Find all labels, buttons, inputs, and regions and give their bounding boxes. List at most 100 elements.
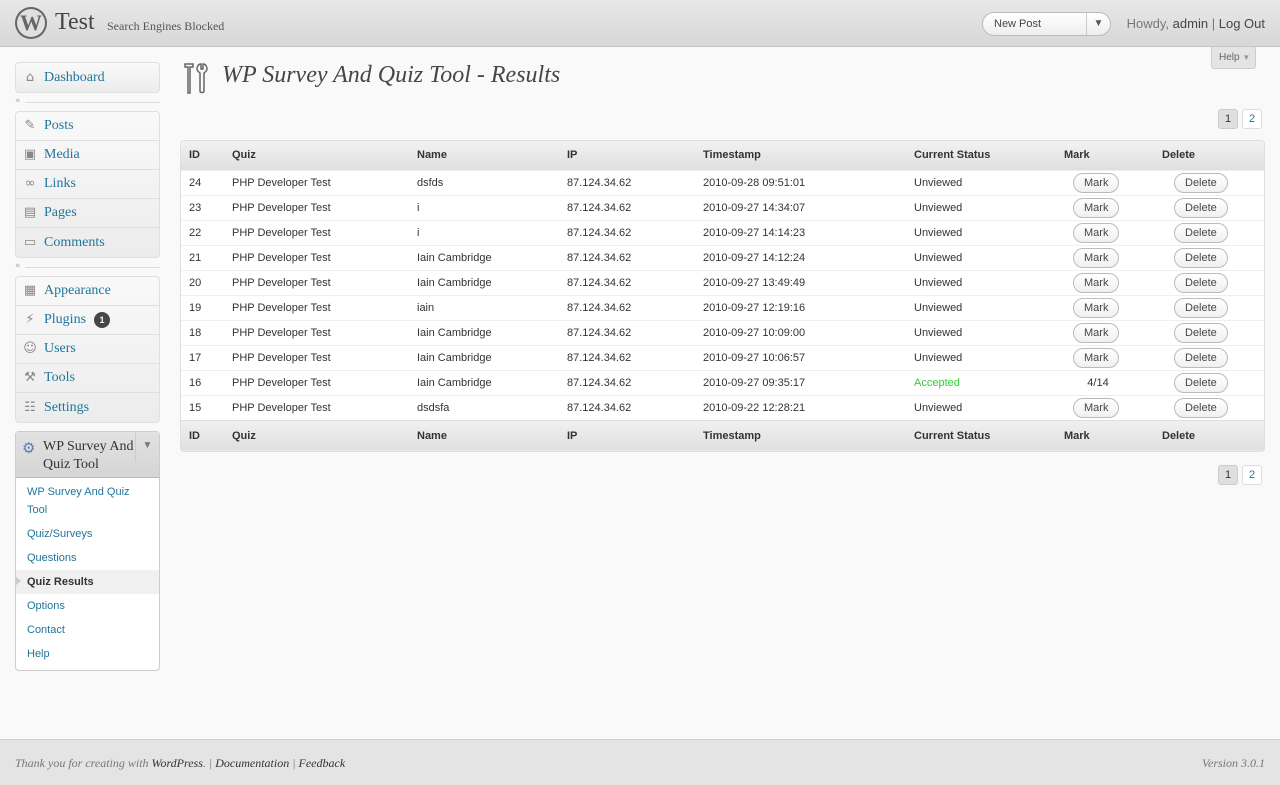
tools-icon xyxy=(184,63,208,94)
howdy-text: Howdy, xyxy=(1126,16,1170,31)
menu-media[interactable]: ▣ Media xyxy=(16,141,159,170)
submenu-item-questions[interactable]: Questions xyxy=(16,546,159,570)
column-timestamp: Timestamp xyxy=(695,141,906,170)
mark-button[interactable]: Mark xyxy=(1073,172,1120,193)
menu-users-label[interactable]: Users xyxy=(44,341,76,357)
submenu-item-options-label[interactable]: Options xyxy=(27,600,65,612)
plugin-menu-header[interactable]: ⚙ WP Survey And Quiz Tool ▼ xyxy=(16,432,159,478)
pin-icon: ✎ xyxy=(24,118,36,133)
menu-links[interactable]: ∞ Links xyxy=(16,170,159,199)
cell-name: dsdsfa xyxy=(409,394,559,420)
cell-timestamp: 2010-09-27 13:49:49 xyxy=(695,269,906,295)
cell-mark: Mark xyxy=(1056,344,1154,370)
plugin-menu-title[interactable]: WP Survey And Quiz Tool xyxy=(43,438,135,474)
cell-quiz: PHP Developer Test xyxy=(224,344,409,370)
column-mark: Mark xyxy=(1056,141,1154,170)
page-1-current: 1 xyxy=(1218,109,1238,129)
menu-appearance-label[interactable]: Appearance xyxy=(44,283,111,299)
cell-id: 19 xyxy=(181,294,224,320)
delete-button[interactable]: Delete xyxy=(1174,197,1228,218)
cell-mark: 4/14 xyxy=(1056,369,1154,395)
submenu-item-questions-label[interactable]: Questions xyxy=(27,552,77,564)
feedback-link[interactable]: Feedback xyxy=(299,756,346,770)
menu-plugins-label[interactable]: Plugins xyxy=(44,312,86,328)
collapse-icon[interactable]: « xyxy=(15,261,21,271)
menu-users[interactable]: ☺ Users xyxy=(16,335,159,364)
menu-dashboard-label[interactable]: Dashboard xyxy=(44,70,105,86)
results-table: ID Quiz Name IP Timestamp Current Status… xyxy=(180,140,1265,452)
mark-button[interactable]: Mark xyxy=(1073,272,1120,293)
mark-button[interactable]: Mark xyxy=(1073,222,1120,243)
documentation-link[interactable]: Documentation xyxy=(215,756,289,770)
cell-delete: Delete xyxy=(1154,294,1264,320)
submenu-item-main[interactable]: WP Survey And Quiz Tool xyxy=(16,480,159,522)
submenu-toggle-icon[interactable]: ▼ xyxy=(135,432,159,462)
help-tab[interactable]: Help ▼ xyxy=(1211,47,1256,69)
mark-button[interactable]: Mark xyxy=(1073,197,1120,218)
delete-button[interactable]: Delete xyxy=(1174,347,1228,368)
cell-status: Unviewed xyxy=(906,319,1056,345)
delete-button[interactable]: Delete xyxy=(1174,372,1228,393)
menu-links-label[interactable]: Links xyxy=(44,176,76,192)
column-delete: Delete xyxy=(1154,419,1264,451)
menu-posts[interactable]: ✎ Posts xyxy=(16,112,159,141)
cell-id: 24 xyxy=(181,169,224,195)
menu-posts-label[interactable]: Posts xyxy=(44,118,74,134)
menu-settings[interactable]: ☷ Settings xyxy=(16,393,159,422)
submenu-item-options[interactable]: Options xyxy=(16,594,159,618)
submenu-item-contact-label[interactable]: Contact xyxy=(27,624,65,636)
cell-name: Iain Cambridge xyxy=(409,344,559,370)
delete-button[interactable]: Delete xyxy=(1174,272,1228,293)
menu-settings-label[interactable]: Settings xyxy=(44,400,89,416)
delete-button[interactable]: Delete xyxy=(1174,297,1228,318)
mark-button[interactable]: Mark xyxy=(1073,347,1120,368)
menu-pages[interactable]: ▤ Pages xyxy=(16,199,159,228)
admin-footer: Thank you for creating with WordPress. |… xyxy=(0,739,1280,785)
wordpress-link[interactable]: WordPress xyxy=(152,756,203,770)
submenu-item-contact[interactable]: Contact xyxy=(16,618,159,642)
mark-button[interactable]: Mark xyxy=(1073,247,1120,268)
mark-button[interactable]: Mark xyxy=(1073,397,1120,418)
delete-button[interactable]: Delete xyxy=(1174,222,1228,243)
menu-dashboard[interactable]: ⌂ Dashboard xyxy=(16,63,159,92)
new-post-link[interactable]: New Post xyxy=(983,18,1086,30)
submenu-item-help-label[interactable]: Help xyxy=(27,648,50,660)
delete-button[interactable]: Delete xyxy=(1174,322,1228,343)
submenu-item-help[interactable]: Help xyxy=(16,642,159,666)
cell-status: Unviewed xyxy=(906,244,1056,270)
delete-button[interactable]: Delete xyxy=(1174,172,1228,193)
submenu-item-results[interactable]: Quiz Results xyxy=(15,570,159,594)
delete-button[interactable]: Delete xyxy=(1174,247,1228,268)
menu-plugins[interactable]: ⚡ Plugins 1 xyxy=(16,306,159,335)
username-link[interactable]: admin xyxy=(1173,16,1208,31)
dropdown-arrow-icon[interactable]: ▼ xyxy=(1086,13,1110,35)
menu-comments[interactable]: ▭ Comments xyxy=(16,228,159,257)
menu-pages-label[interactable]: Pages xyxy=(44,205,77,221)
page-2-link[interactable]: 2 xyxy=(1242,109,1262,129)
mark-button[interactable]: Mark xyxy=(1073,297,1120,318)
cell-name: i xyxy=(409,194,559,220)
collapse-icon[interactable]: « xyxy=(15,96,21,106)
cell-name: iain xyxy=(409,294,559,320)
site-title[interactable]: Test xyxy=(55,9,95,36)
favorite-actions-dropdown[interactable]: New Post ▼ xyxy=(982,12,1111,36)
menu-separator[interactable]: « xyxy=(15,258,160,276)
column-timestamp: Timestamp xyxy=(695,419,906,451)
mark-button[interactable]: Mark xyxy=(1073,322,1120,343)
wordpress-logo-icon: W xyxy=(15,7,47,39)
submenu-item-quizzes[interactable]: Quiz/Surveys xyxy=(16,522,159,546)
delete-button[interactable]: Delete xyxy=(1174,397,1228,418)
logout-link[interactable]: Log Out xyxy=(1219,16,1265,31)
cell-ip: 87.124.34.62 xyxy=(559,244,695,270)
menu-appearance[interactable]: ▦ Appearance xyxy=(16,277,159,306)
menu-tools[interactable]: ⚒ Tools xyxy=(16,364,159,393)
submenu-item-quizzes-label[interactable]: Quiz/Surveys xyxy=(27,528,92,540)
menu-tools-label[interactable]: Tools xyxy=(44,370,75,386)
page-2-link[interactable]: 2 xyxy=(1242,465,1262,485)
menu-comments-label[interactable]: Comments xyxy=(44,235,105,251)
table-footer-row: ID Quiz Name IP Timestamp Current Status… xyxy=(181,419,1264,451)
menu-separator[interactable]: « xyxy=(15,93,160,111)
submenu-item-main-label[interactable]: WP Survey And Quiz Tool xyxy=(27,486,130,516)
cell-ip: 87.124.34.62 xyxy=(559,219,695,245)
menu-media-label[interactable]: Media xyxy=(44,147,80,163)
